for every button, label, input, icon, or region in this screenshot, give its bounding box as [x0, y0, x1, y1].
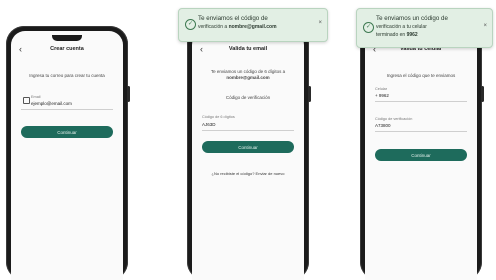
page-title: Valida tu email [228, 46, 268, 52]
email-checkbox[interactable] [23, 97, 30, 104]
toast-message: Te enviamos un código de verificación a … [376, 15, 480, 40]
phone-mockup-validate-email: ‹ Valida tu email Te enviamos un código … [187, 26, 311, 280]
top-bar: ‹ Valida tu email [192, 43, 304, 57]
phone-input[interactable]: + 9962 [375, 93, 389, 98]
phone-mockup-validate-phone: ‹ Valida tu celular Ingresa el código qu… [360, 26, 484, 280]
page-description: Te enviamos un código de 6 dígitos a nom… [202, 69, 294, 81]
close-icon[interactable]: × [483, 23, 487, 29]
page-description: Ingresa el código que te enviamos [386, 73, 456, 78]
phone-field-label: Celular [375, 87, 388, 91]
toast-body: verificación a nombre@gmail.com [198, 24, 277, 30]
toast-phone-sent: ✓ Te enviamos un código de verificación … [356, 8, 493, 48]
description-text: Te enviamos un código de 6 dígitos a [210, 69, 286, 74]
email-field[interactable]: ejemplo@email.com [31, 101, 72, 106]
code-field-label: Código de verificación [375, 117, 413, 121]
email-field-underline [21, 109, 113, 110]
toast-line3-prefix: terminado en [376, 32, 406, 38]
toast-line2: verificación a tu celular [376, 23, 427, 30]
code-field-underline [375, 131, 467, 132]
continue-button[interactable]: Continuar [21, 126, 113, 138]
code-input[interactable]: AJ63D [202, 122, 216, 127]
top-bar: ‹ Crear cuenta [11, 43, 123, 57]
phone-notch [52, 35, 82, 41]
description-email: nombre@gmail.com [226, 75, 270, 80]
toast-title: Te enviamos un código de [376, 15, 448, 22]
code-field-label: Código de 6 dígitos [202, 115, 235, 119]
page-title: Crear cuenta [50, 46, 84, 52]
toast-line3: terminado en 9962 [376, 32, 418, 38]
code-field-placeholder: Código de verificación [225, 95, 271, 100]
close-icon[interactable]: × [318, 20, 322, 26]
continue-button[interactable]: Continuar [202, 141, 294, 153]
phone-field-underline [375, 101, 467, 102]
resend-code-link[interactable]: ¿No recibiste el código? Enviar de nuevo [198, 171, 298, 176]
check-circle-icon: ✓ [185, 19, 196, 30]
toast-phone-suffix: 9962 [406, 32, 418, 38]
code-field-underline [202, 130, 294, 131]
phone-side-button [308, 86, 311, 102]
toast-email: nombre@gmail.com [228, 23, 277, 30]
code-input[interactable]: A73800 [375, 123, 391, 128]
toast-message: Te enviamos el código de verificación a … [198, 15, 315, 31]
phone-side-button [481, 86, 484, 102]
toast-email-sent: ✓ Te enviamos el código de verificación … [178, 8, 328, 42]
toast-title: Te enviamos el código de [198, 15, 268, 22]
check-circle-icon: ✓ [363, 22, 374, 33]
screen-create-account: ‹ Crear cuenta Ingresa tu correo para cr… [11, 31, 123, 280]
email-label: Email [31, 95, 41, 99]
continue-button[interactable]: Continuar [375, 149, 467, 161]
phone-side-button [127, 86, 130, 102]
phone-mockup-create-account: ‹ Crear cuenta Ingresa tu correo para cr… [6, 26, 130, 280]
screen-validate-email: ‹ Valida tu email Te enviamos un código … [192, 31, 304, 280]
toast-body-prefix: verificación a [198, 23, 228, 30]
page-description: Ingresa tu correo para crear tu cuenta [29, 73, 105, 78]
screen-validate-phone: ‹ Valida tu celular Ingresa el código qu… [365, 31, 477, 280]
